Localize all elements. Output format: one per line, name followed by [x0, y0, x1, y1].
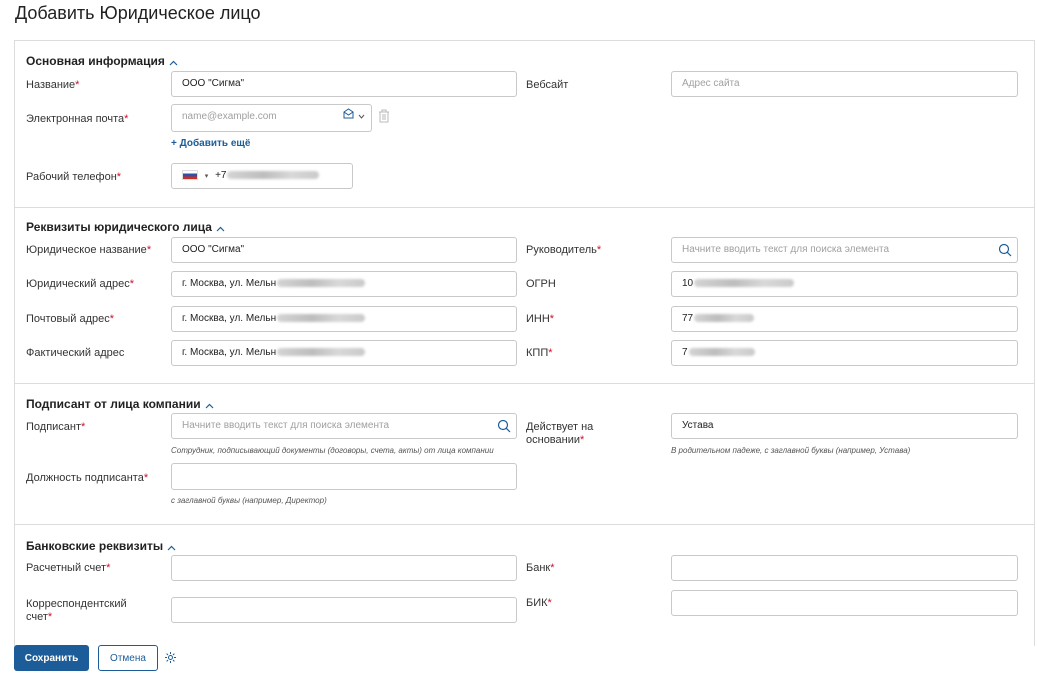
caret-down-icon[interactable]: ▾: [205, 173, 209, 180]
basis-label: Действует на основании*: [526, 421, 594, 446]
chevron-up-icon: [169, 55, 178, 69]
trash-icon[interactable]: [378, 109, 390, 128]
corr-account-input[interactable]: [171, 597, 517, 623]
add-email-link[interactable]: + Добавить ещё: [171, 138, 250, 149]
corr-account-label: Корреспондентский счет*: [26, 598, 127, 623]
section-basic-toggle[interactable]: Основная информация: [26, 54, 178, 69]
chevron-up-icon: [205, 398, 214, 412]
bank-input[interactable]: [671, 555, 1018, 581]
bik-input[interactable]: [671, 590, 1018, 616]
position-hint: с заглавной буквы (например, Директор): [171, 496, 327, 505]
gear-icon[interactable]: [164, 651, 177, 669]
phone-label: Рабочий телефон*: [26, 171, 122, 183]
legal-address-input[interactable]: г. Москва, ул. Мельн: [171, 271, 517, 297]
postal-address-label: Почтовый адрес*: [26, 313, 115, 325]
basis-hint: В родительном падеже, с заглавной буквы …: [671, 446, 911, 455]
inn-input[interactable]: 77: [671, 306, 1018, 332]
account-input[interactable]: [171, 555, 517, 581]
kpp-input[interactable]: 7: [671, 340, 1018, 366]
phone-input[interactable]: ▾ +7: [171, 163, 353, 189]
chevron-up-icon: [216, 221, 225, 235]
email-label: Электронная почта*: [26, 113, 129, 125]
section-basic-title: Основная информация: [26, 54, 165, 68]
section-bank-title: Банковские реквизиты: [26, 539, 164, 553]
form-card: Основная информация Название* ООО "Сигма…: [14, 40, 1035, 646]
name-input[interactable]: ООО "Сигма": [171, 71, 517, 97]
director-input[interactable]: Начните вводить текст для поиска элемент…: [671, 237, 1018, 263]
kpp-label: КПП*: [526, 347, 553, 359]
legal-name-input[interactable]: ООО "Сигма": [171, 237, 517, 263]
bank-label: Банк*: [526, 562, 555, 574]
signer-input[interactable]: Начните вводить текст для поиска элемент…: [171, 413, 517, 439]
chevron-up-icon: [167, 540, 176, 554]
actual-address-label: Фактический адрес: [26, 347, 125, 359]
position-label: Должность подписанта*: [26, 472, 149, 484]
basis-input[interactable]: Устава: [671, 413, 1018, 439]
postal-address-input[interactable]: г. Москва, ул. Мельн: [171, 306, 517, 332]
russia-flag-icon[interactable]: [182, 170, 198, 181]
legal-name-label: Юридическое название*: [26, 244, 152, 256]
section-bank-toggle[interactable]: Банковские реквизиты: [26, 539, 176, 554]
actual-address-input[interactable]: г. Москва, ул. Мельн: [171, 340, 517, 366]
website-input[interactable]: Адрес сайта: [671, 71, 1018, 97]
position-input[interactable]: [171, 463, 517, 490]
director-label: Руководитель*: [526, 244, 602, 256]
name-label: Название*: [26, 79, 80, 91]
section-legal-title: Реквизиты юридического лица: [26, 220, 212, 234]
section-legal-toggle[interactable]: Реквизиты юридического лица: [26, 220, 225, 235]
chevron-down-icon[interactable]: [358, 105, 365, 129]
ogrn-input[interactable]: 10: [671, 271, 1018, 297]
account-label: Расчетный счет*: [26, 562, 111, 574]
save-button[interactable]: Сохранить: [14, 645, 89, 671]
email-type-icon[interactable]: [342, 106, 355, 130]
legal-address-label: Юридический адрес*: [26, 278, 134, 290]
email-input[interactable]: name@example.com: [171, 104, 372, 132]
search-icon[interactable]: [497, 419, 511, 438]
website-label: Вебсайт: [526, 79, 569, 91]
search-icon[interactable]: [998, 243, 1012, 262]
page-title: Добавить Юридическое лицо: [15, 3, 261, 23]
signer-label: Подписант*: [26, 421, 86, 433]
inn-label: ИНН*: [526, 313, 555, 325]
ogrn-label: ОГРН: [526, 278, 556, 290]
bik-label: БИК*: [526, 597, 552, 609]
section-signer-title: Подписант от лица компании: [26, 397, 201, 411]
cancel-button[interactable]: Отмена: [98, 645, 158, 671]
signer-hint: Сотрудник, подписывающий документы (дого…: [171, 446, 494, 455]
section-signer-toggle[interactable]: Подписант от лица компании: [26, 397, 214, 412]
